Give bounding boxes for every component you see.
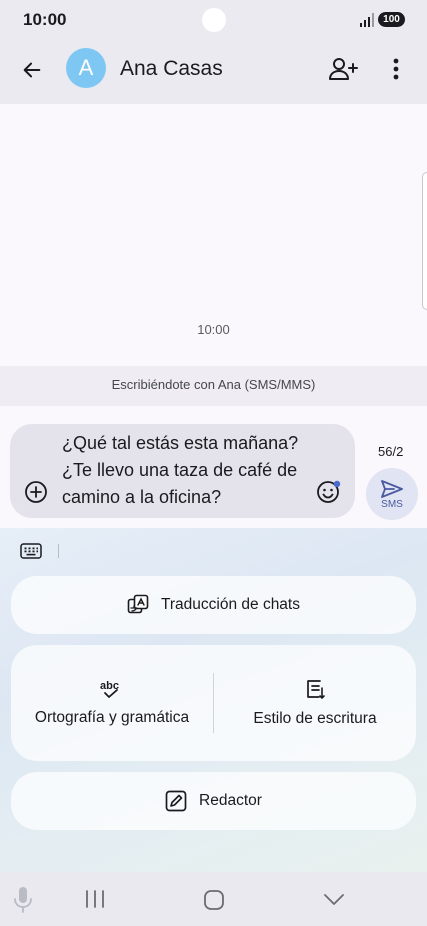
send-icon (381, 479, 403, 498)
conversation-area[interactable]: 10:00 (0, 104, 427, 366)
message-input-box[interactable]: ¿Qué tal estás esta mañana? ¿Te llevo un… (10, 424, 355, 518)
keyboard-icon[interactable] (20, 542, 42, 560)
composer-button[interactable]: Redactor (11, 772, 416, 830)
phone-screen: 10:00 100 A Ana Casas 10:00 Escribiéndot… (0, 0, 427, 926)
message-input[interactable]: ¿Qué tal estás esta mañana? ¿Te llevo un… (62, 430, 312, 511)
chat-translation-label: Traducción de chats (160, 596, 300, 613)
arrow-back-icon (23, 62, 41, 78)
writing-tools-card: abc Ortografía y gramática Estilo de esc… (11, 645, 416, 761)
more-vert-icon (393, 58, 399, 80)
send-label: SMS (381, 498, 403, 510)
signal-icon (360, 13, 374, 27)
status-bar: 10:00 100 (0, 0, 427, 40)
status-time: 10:00 (23, 10, 67, 29)
home-icon[interactable] (203, 889, 225, 911)
spelling-grammar-label: Ortografía y gramática (34, 709, 190, 726)
contact-name[interactable]: Ana Casas (120, 57, 223, 81)
chat-translation-row: Traducción de chats (11, 576, 416, 634)
front-camera (202, 8, 226, 32)
person-add-icon (329, 58, 358, 80)
emoji-icon[interactable] (316, 479, 342, 505)
top-app-bar: A Ana Casas (0, 40, 427, 104)
writing-style-button[interactable]: Estilo de escritura (214, 645, 416, 761)
compose-area: ¿Qué tal estás esta mañana? ¿Te llevo un… (0, 406, 427, 528)
back-button[interactable] (16, 54, 48, 86)
spellcheck-icon: abc (100, 680, 119, 698)
composer-label: Redactor (199, 792, 262, 809)
message-timestamp: 10:00 (197, 322, 230, 337)
send-sms-button[interactable]: SMS (366, 468, 418, 520)
composer-row: Redactor (11, 772, 416, 830)
recents-icon[interactable] (84, 889, 106, 909)
character-counter: 56/2 (378, 444, 404, 459)
add-person-button[interactable] (326, 53, 360, 85)
chat-translation-button[interactable]: Traducción de chats (11, 576, 416, 634)
battery-indicator: 100 (378, 12, 405, 27)
microphone-icon[interactable] (12, 886, 34, 914)
contact-avatar[interactable]: A (66, 48, 106, 88)
toolbar-divider (58, 544, 59, 558)
add-circle-icon[interactable] (24, 480, 48, 504)
translate-icon (127, 594, 149, 614)
more-options-button[interactable] (382, 53, 410, 85)
spelling-grammar-button[interactable]: abc Ortografía y gramática (11, 645, 213, 761)
navigation-bar (0, 872, 427, 926)
writing-assist-panel: Traducción de chats abc Ortografía y gra… (0, 528, 427, 872)
chevron-down-icon[interactable] (322, 892, 346, 908)
scroll-handle[interactable] (422, 172, 427, 310)
edit-icon (165, 790, 187, 812)
writing-style-icon (307, 680, 325, 699)
writing-style-label: Estilo de escritura (253, 710, 377, 727)
chat-info-banner: Escribiéndote con Ana (SMS/MMS) (0, 366, 427, 406)
